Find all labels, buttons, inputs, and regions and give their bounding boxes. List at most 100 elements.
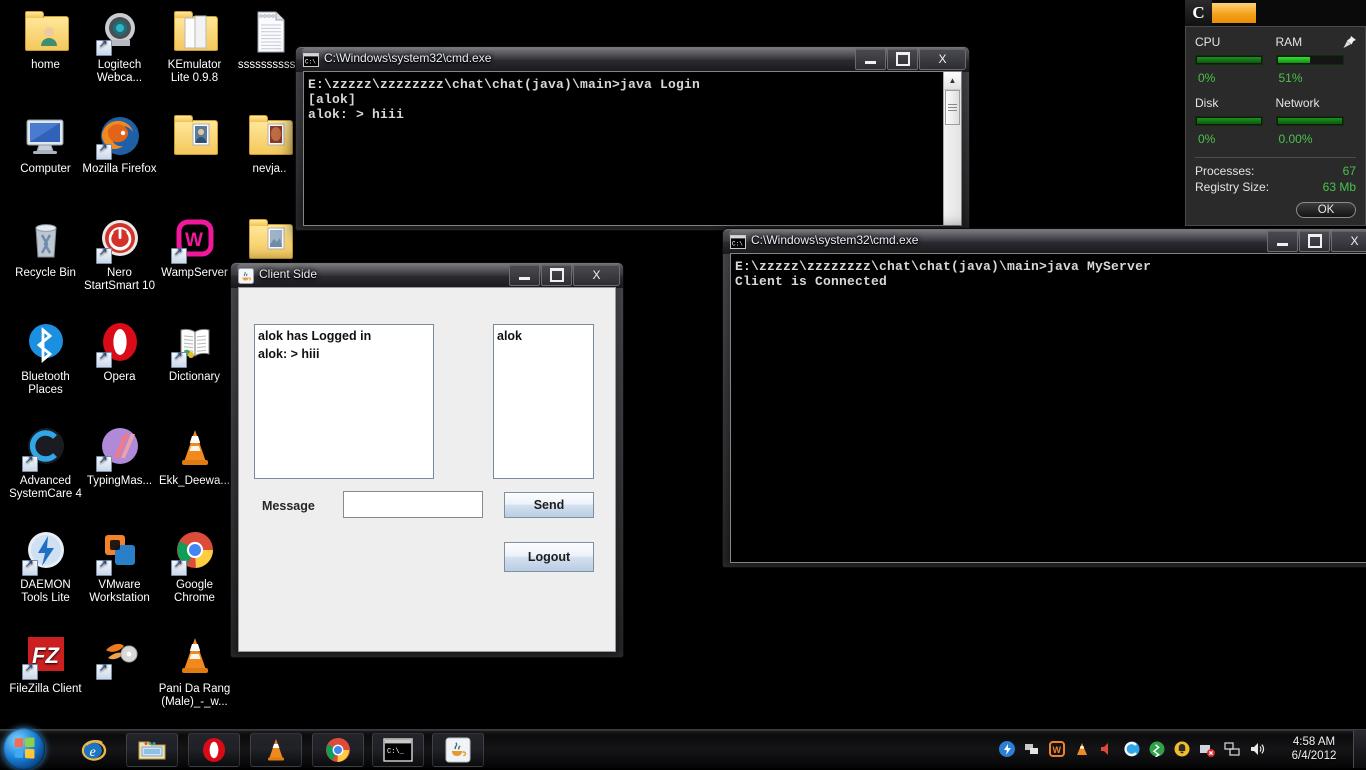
desktop-icon-wampserver[interactable]: W WampServer: [157, 216, 232, 280]
console-scrollbar[interactable]: ▲: [943, 72, 961, 225]
desktop-icon-filezilla-client[interactable]: FZ FileZilla Client: [8, 632, 83, 696]
shortcut-overlay-icon: [21, 558, 38, 576]
desktop-icon-dictionary[interactable]: Dictionary: [157, 320, 232, 384]
scroll-up-icon[interactable]: ▲: [944, 72, 961, 90]
gadget-network: Network 0.00%: [1275, 96, 1357, 148]
windows-logo-icon: [14, 737, 35, 759]
taskbar-item-internet-explorer[interactable]: e: [68, 733, 120, 767]
wampserver-tray-icon[interactable]: W: [1049, 741, 1065, 757]
maximize-button[interactable]: [1299, 230, 1330, 252]
titlebar-client-side[interactable]: Client Side X: [231, 263, 623, 288]
desktop-icon-daemon-tools-lite[interactable]: DAEMON Tools Lite: [8, 528, 83, 605]
window-client-side[interactable]: Client Side X alok has Logged in alok: >…: [230, 262, 624, 658]
folder-open-icon: [171, 8, 219, 56]
network-value: 0.00%: [1278, 131, 1313, 146]
minimize-button[interactable]: [509, 264, 540, 286]
desktop-icon-pani-da-rang-male-w[interactable]: Pani Da Rang (Male)_-_w...: [157, 632, 232, 709]
ok-button[interactable]: OK: [1296, 202, 1356, 218]
message-input[interactable]: [343, 491, 483, 518]
taskbar-item-java[interactable]: [432, 733, 484, 767]
shortcut-overlay-icon: [21, 662, 38, 680]
desktop-icon-kemulator-lite-0-9-8[interactable]: KEmulator Lite 0.9.8: [157, 8, 232, 85]
network-tray-icon[interactable]: [1224, 741, 1240, 757]
desktop-icon-vmware-workstation[interactable]: VMware Workstation: [82, 528, 157, 605]
nero-icon: [95, 216, 144, 264]
window-controls[interactable]: X: [855, 48, 966, 70]
taskbar-item-windows-explorer[interactable]: [126, 733, 178, 767]
taskbar-item-cmd[interactable]: C:\_: [372, 733, 424, 767]
pin-icon[interactable]: [1342, 35, 1357, 50]
volume-mute-tray-icon[interactable]: [1099, 741, 1115, 757]
scrollbar-thumb[interactable]: [945, 90, 960, 125]
daemon-tools-tray-icon[interactable]: [999, 741, 1015, 757]
taskbar-item-google-chrome[interactable]: [312, 733, 364, 767]
tray-icon-list[interactable]: W: [999, 741, 1275, 758]
gadget-disk: Disk 0%: [1195, 96, 1276, 148]
network-connections-tray-icon[interactable]: [1024, 741, 1040, 757]
window-cmd-server[interactable]: C:\ C:\Windows\system32\cmd.exe X E:\zzz…: [722, 228, 1366, 568]
folder-user-icon: [22, 8, 70, 56]
vlc-tray-icon[interactable]: [1074, 741, 1090, 757]
close-button[interactable]: X: [919, 48, 966, 70]
start-button[interactable]: [3, 728, 45, 770]
desktop-icon-typingmas[interactable]: TypingMas...: [82, 424, 157, 488]
maximize-button[interactable]: [541, 264, 572, 286]
minimize-button[interactable]: [1267, 230, 1298, 252]
notification-bell-tray-icon[interactable]: [1174, 741, 1190, 757]
advanced-systemcare-tray-icon[interactable]: [1124, 741, 1140, 757]
console-cmd-login[interactable]: E:\zzzzz\zzzzzzzz\chat\chat(java)\main>j…: [303, 71, 962, 226]
chat-log-area[interactable]: alok has Logged in alok: > hiii: [254, 324, 434, 479]
desktop-icon-label: home: [31, 59, 60, 71]
daemon-tools-icon: [21, 528, 70, 576]
desktop-icon-home[interactable]: home: [8, 8, 83, 72]
desktop-icon-google-chrome[interactable]: Google Chrome: [157, 528, 232, 605]
show-desktop-button[interactable]: [1353, 730, 1366, 768]
desktop-icon-winamp-media[interactable]: [82, 632, 157, 683]
clock[interactable]: 4:58 AM 6/4/2012: [1275, 735, 1353, 763]
close-button[interactable]: X: [573, 264, 620, 286]
desktop-icon-ekk-deewa[interactable]: Ekk_Deewa...: [157, 424, 232, 488]
window-cmd-login[interactable]: C:\ C:\Windows\system32\cmd.exe X E:\zzz…: [295, 46, 970, 231]
window-controls[interactable]: X: [1267, 230, 1366, 252]
user-list-area[interactable]: alok: [493, 324, 594, 479]
desktop-icon-advanced-systemcare-4[interactable]: Advanced SystemCare 4: [8, 424, 83, 501]
disk-value: 0%: [1198, 131, 1216, 146]
desktop-icon-mozilla-firefox[interactable]: Mozilla Firefox: [82, 112, 157, 176]
svg-text:W: W: [1053, 745, 1062, 755]
system-monitor-gadget[interactable]: C CPU 0% RAM 51% Disk 0% Network 0.00% P…: [1185, 0, 1366, 226]
shortcut-overlay-icon: [95, 38, 112, 56]
desktop-icon-folder-photo-man[interactable]: [157, 112, 232, 163]
taskbar-item-opera[interactable]: [188, 733, 240, 767]
disk-label: Disk: [1195, 96, 1219, 110]
system-tray[interactable]: W 4:58 AM 6/4/2012: [999, 730, 1366, 768]
maximize-button[interactable]: [887, 48, 918, 70]
message-label: Message: [262, 499, 315, 513]
shortcut-overlay-icon: [95, 142, 112, 160]
gadget-ok-row: OK: [1195, 200, 1356, 218]
speaker-tray-icon[interactable]: [1249, 741, 1265, 757]
cmd-icon: C:\: [730, 234, 746, 250]
desktop-icon-nero-startsmart-10[interactable]: Nero StartSmart 10: [82, 216, 157, 293]
safely-remove-tray-icon[interactable]: [1199, 741, 1215, 757]
desktop-icon-computer[interactable]: Computer: [8, 112, 83, 176]
titlebar-cmd-login[interactable]: C:\ C:\Windows\system32\cmd.exe X: [296, 47, 969, 72]
console-cmd-server[interactable]: E:\zzzzz\zzzzzzzz\chat\chat(java)\main>j…: [730, 253, 1366, 563]
taskbar-item-vlc[interactable]: [250, 733, 302, 767]
bluetooth-tray-icon[interactable]: [1149, 741, 1165, 758]
titlebar-cmd-server[interactable]: C:\ C:\Windows\system32\cmd.exe X: [723, 229, 1366, 254]
window-controls[interactable]: X: [509, 264, 620, 286]
desktop-icon-opera[interactable]: Opera: [82, 320, 157, 384]
shortcut-overlay-icon: [21, 454, 38, 472]
desktop-icon-logitech-webca[interactable]: Logitech Webca...: [82, 8, 157, 85]
minimize-button[interactable]: [855, 48, 886, 70]
svg-text:e: e: [90, 745, 96, 760]
logout-button[interactable]: Logout: [504, 542, 594, 572]
close-button[interactable]: X: [1331, 230, 1366, 252]
logitech-webcam-icon: [95, 8, 144, 56]
taskbar[interactable]: e C:\_ W 4:58 AM 6/4/2012: [0, 728, 1366, 770]
desktop-icon-bluetooth-places[interactable]: Bluetooth Places: [8, 320, 83, 397]
desktop-icon-recycle-bin[interactable]: Recycle Bin: [8, 216, 83, 280]
send-button[interactable]: Send: [504, 492, 594, 518]
svg-text:C:\_: C:\_: [387, 748, 405, 756]
gadget-row-cpu-ram: CPU 0% RAM 51%: [1195, 35, 1356, 87]
